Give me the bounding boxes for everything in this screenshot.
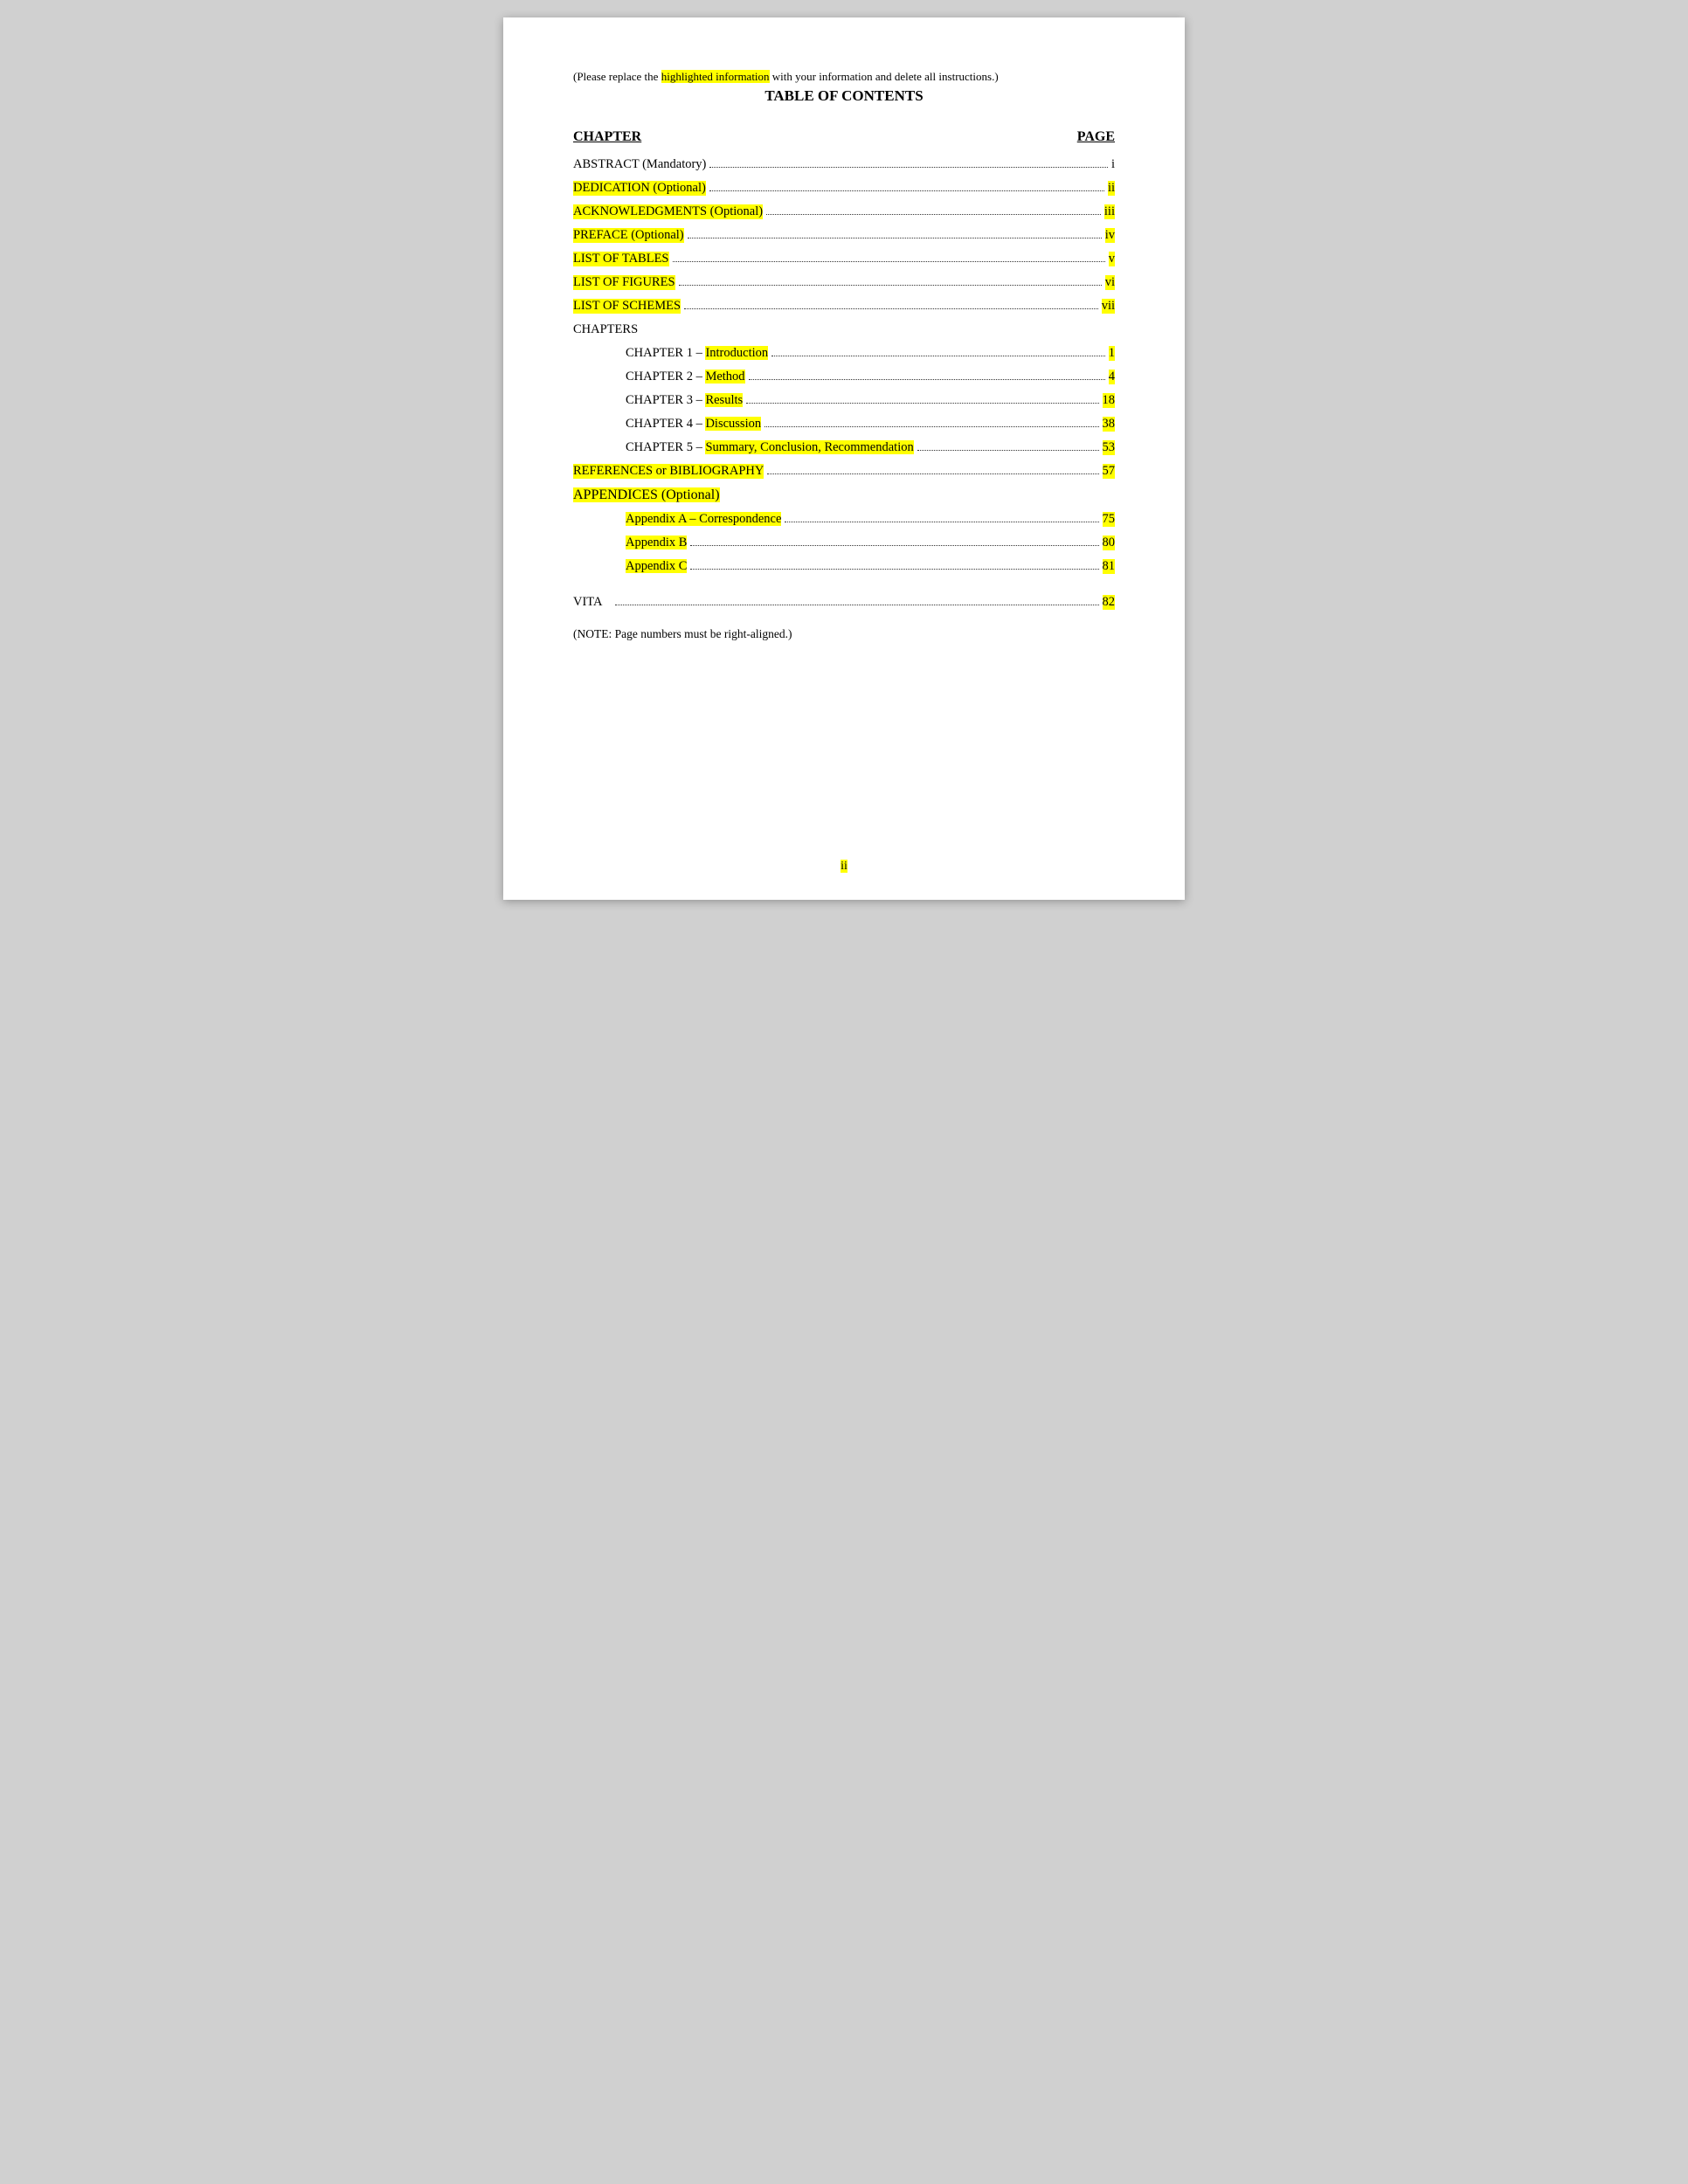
toc-page-ch2: 4 [1109, 370, 1115, 384]
toc-entry-acknowledgments: ACKNOWLEDGMENTS (Optional) iii [573, 204, 1115, 219]
toc-dots-list-of-tables [673, 261, 1105, 262]
toc-label-acknowledgments: ACKNOWLEDGMENTS (Optional) [573, 204, 763, 219]
toc-dots-references [767, 473, 1098, 474]
chapters-section-label: CHAPTERS [573, 322, 1115, 337]
page-header-label: PAGE [1077, 129, 1115, 145]
toc-page-list-of-tables: v [1109, 252, 1115, 266]
chapter-header-label: CHAPTER [573, 129, 641, 145]
toc-label-app-c-highlighted: Appendix C [626, 559, 687, 573]
toc-page-ch3: 18 [1103, 393, 1116, 408]
toc-dots-ch5 [917, 450, 1099, 451]
toc-page-app-b: 80 [1103, 536, 1116, 550]
toc-entry-ch2: CHAPTER 2 – Method 4 [573, 370, 1115, 384]
toc-dots-ch4 [764, 426, 1098, 427]
toc-dots-app-c [690, 569, 1098, 570]
toc-page-list-of-schemes: vii [1102, 299, 1115, 314]
toc-dots-list-of-schemes [684, 308, 1098, 309]
toc-entry-abstract: ABSTRACT (Mandatory) i [573, 157, 1115, 172]
toc-page-ch5: 53 [1103, 440, 1116, 455]
toc-page-list-of-figures: vi [1105, 275, 1115, 290]
toc-page-acknowledgments: iii [1104, 204, 1115, 219]
toc-page-references: 57 [1103, 464, 1116, 479]
toc-entry-list-of-schemes: LIST OF SCHEMES vii [573, 299, 1115, 314]
page-number-value: ii [841, 860, 847, 873]
toc-label-ch1: CHAPTER 1 – Introduction [626, 346, 768, 361]
toc-label-ch5: CHAPTER 5 – Summary, Conclusion, Recomme… [626, 440, 914, 455]
toc-page-app-c: 81 [1103, 559, 1116, 574]
toc-entry-app-c: Appendix C 81 [573, 559, 1115, 574]
appendices-label-highlighted: APPENDICES (Optional) [573, 487, 720, 502]
toc-entry-preface: PREFACE (Optional) iv [573, 228, 1115, 243]
toc-entry-app-a: Appendix A – Correspondence 75 [573, 512, 1115, 527]
toc-label-abstract: ABSTRACT (Mandatory) [573, 157, 706, 172]
toc-label-app-c: Appendix C [626, 559, 687, 574]
toc-entry-ch5: CHAPTER 5 – Summary, Conclusion, Recomme… [573, 440, 1115, 455]
toc-entry-list-of-figures: LIST OF FIGURES vi [573, 275, 1115, 290]
toc-entry-app-b: Appendix B 80 [573, 536, 1115, 550]
toc-dots-app-b [690, 545, 1098, 546]
toc-label-app-b-highlighted: Appendix B [626, 536, 687, 549]
toc-label-ch2-highlighted: Method [705, 370, 744, 384]
main-title: TABLE OF CONTENTS [573, 87, 1115, 105]
toc-entry-dedication: DEDICATION (Optional) ii [573, 181, 1115, 196]
toc-entry-ch1: CHAPTER 1 – Introduction 1 [573, 346, 1115, 361]
toc-label-vita: VITA [573, 595, 612, 610]
toc-page-preface: iv [1105, 228, 1115, 243]
instruction-text-before: (Please replace the [573, 70, 661, 83]
toc-label-ch5-highlighted: Summary, Conclusion, Recommendation [705, 440, 913, 454]
toc-header: CHAPTER PAGE [573, 129, 1115, 145]
toc-dots-ch3 [746, 403, 1098, 404]
toc-label-ch2: CHAPTER 2 – Method [626, 370, 745, 384]
note-line: (NOTE: Page numbers must be right-aligne… [573, 627, 1115, 641]
toc-label-ch1-highlighted: Introduction [705, 346, 768, 360]
toc-label-preface: PREFACE (Optional) [573, 228, 684, 243]
toc-entry-vita: VITA 82 [573, 595, 1115, 610]
toc-page-dedication: ii [1108, 181, 1115, 196]
toc-page-ch4: 38 [1103, 417, 1116, 432]
toc-entry-references: REFERENCES or BIBLIOGRAPHY 57 [573, 464, 1115, 479]
appendices-section-label: APPENDICES (Optional) [573, 487, 1115, 503]
toc-dots-abstract [709, 167, 1108, 168]
toc-dots-ch2 [749, 379, 1105, 380]
toc-entry-ch4: CHAPTER 4 – Discussion 38 [573, 417, 1115, 432]
toc-label-ch3: CHAPTER 3 – Results [626, 393, 743, 408]
toc-label-app-a: Appendix A – Correspondence [626, 512, 781, 527]
toc-label-list-of-figures: LIST OF FIGURES [573, 275, 675, 290]
toc-label-dedication: DEDICATION (Optional) [573, 181, 706, 196]
toc-label-list-of-schemes: LIST OF SCHEMES [573, 299, 681, 314]
toc-label-ch3-highlighted: Results [705, 393, 743, 407]
toc-label-app-a-highlighted: Appendix A – Correspondence [626, 512, 781, 526]
toc-page-abstract: i [1111, 157, 1115, 172]
toc-dots-acknowledgments [766, 214, 1101, 215]
toc-dots-dedication [709, 190, 1104, 191]
instruction-highlighted: highlighted information [661, 70, 770, 83]
toc-page-app-a: 75 [1103, 512, 1116, 527]
toc-label-list-of-tables: LIST OF TABLES [573, 252, 669, 266]
toc-label-references: REFERENCES or BIBLIOGRAPHY [573, 464, 764, 479]
document-page: (Please replace the highlighted informat… [503, 17, 1185, 900]
toc-entry-list-of-tables: LIST OF TABLES v [573, 252, 1115, 266]
toc-entry-ch3: CHAPTER 3 – Results 18 [573, 393, 1115, 408]
instruction-text-after: with your information and delete all ins… [770, 70, 999, 83]
toc-page-ch1: 1 [1109, 346, 1115, 361]
toc-page-vita: 82 [1103, 595, 1116, 610]
toc-entry-vita-row: VITA 82 [573, 595, 1115, 610]
page-number: ii [503, 860, 1185, 874]
toc-dots-list-of-figures [679, 285, 1102, 286]
instruction-line: (Please replace the highlighted informat… [573, 70, 1115, 84]
toc-label-ch4-highlighted: Discussion [705, 417, 761, 431]
toc-label-ch4: CHAPTER 4 – Discussion [626, 417, 761, 432]
toc-label-app-b: Appendix B [626, 536, 687, 550]
